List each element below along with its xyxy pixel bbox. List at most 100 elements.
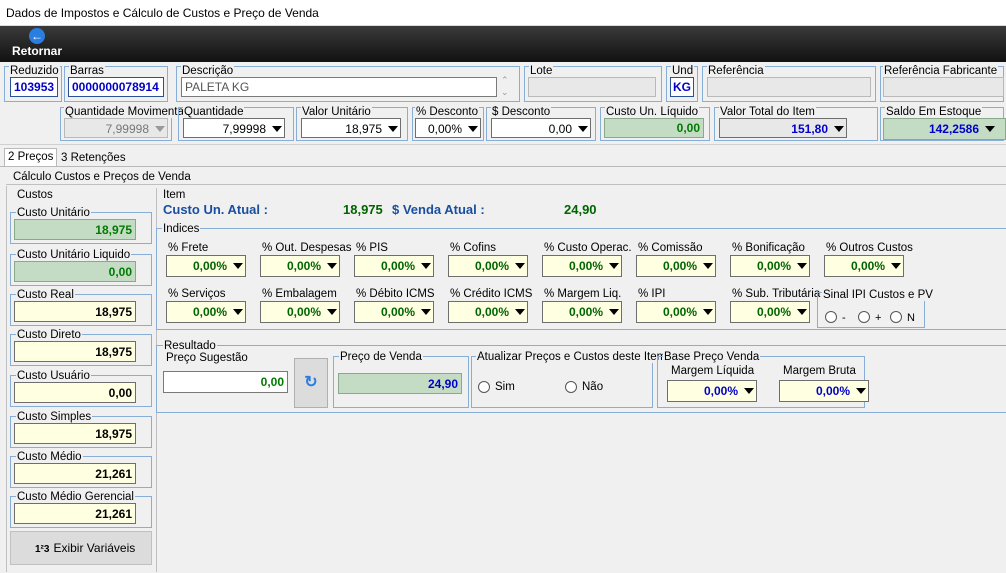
chevron-down-icon (609, 309, 619, 315)
scroll-down-icon[interactable]: ⌄ (501, 88, 509, 97)
custos-left-line (6, 186, 7, 572)
item-title: Item (162, 189, 187, 201)
und-field[interactable]: KG (670, 77, 694, 97)
indice-frete-label: % Frete (167, 242, 210, 254)
custo-real-field[interactable]: 18,975 (14, 301, 136, 322)
indice-margem-liq-label: % Margem Liq. (543, 288, 623, 300)
descricao-field[interactable]: PALETA KG (181, 77, 497, 97)
custo-unit-liq-field: 0,00 (14, 261, 136, 282)
margem-liq-combo[interactable]: 0,00% (667, 380, 757, 402)
sinal-ipi-label: Sinal IPI Custos e PV (822, 289, 934, 301)
custo-medio-field[interactable]: 21,261 (14, 463, 136, 484)
refresh-icon[interactable]: ↻ (294, 358, 328, 408)
indice-cofins-label: % Cofins (449, 242, 498, 254)
base-preco-label: Base Preço Venda (663, 351, 761, 363)
nao-radio[interactable] (565, 381, 577, 393)
sim-radio[interactable] (478, 381, 490, 393)
indice-servicos-combo[interactable]: 0,00% (166, 301, 246, 323)
indice-custo-operac-combo[interactable]: 0,00% (542, 255, 622, 277)
indice-credito-icms-combo[interactable]: 0,00% (448, 301, 528, 323)
qtd-mov-combo[interactable]: 7,99998 (64, 118, 168, 138)
chevron-down-icon (468, 126, 478, 132)
saldo-combo[interactable]: 142,2586 (883, 118, 1006, 140)
ref-fab-field[interactable] (883, 77, 1004, 97)
val-desc-value: 0,00 (548, 122, 572, 136)
indice-out-despesas-label: % Out. Despesas (261, 242, 353, 254)
indice-outros-custos-value: 0,00% (850, 259, 885, 273)
preco-sugestao-field[interactable]: 0,00 (163, 371, 288, 393)
sinal-plus-radio[interactable] (858, 311, 870, 323)
saldo-value: 142,2586 (928, 122, 979, 136)
indice-out-despesas-combo[interactable]: 0,00% (260, 255, 340, 277)
chevron-down-icon (421, 309, 431, 315)
back-button[interactable]: ← Retornar (8, 28, 66, 60)
indice-comissao-combo[interactable]: 0,00% (636, 255, 716, 277)
tab-retencoes[interactable]: 3 Retenções (58, 150, 129, 166)
lote-field[interactable] (528, 77, 656, 97)
custo-liq-label: Custo Un. Líquido (605, 106, 700, 118)
chevron-down-icon (421, 263, 431, 269)
scroll-up-icon[interactable]: ⌃ (501, 76, 509, 85)
indice-cofins-value: 0,00% (474, 259, 509, 273)
tab-precos[interactable]: 2 Preços (4, 148, 58, 167)
chevron-down-icon (233, 263, 243, 269)
quantidade-combo[interactable]: 7,99998 (183, 118, 285, 138)
qtd-mov-label: Quantidade Movimenta (64, 106, 185, 118)
indice-bonificacao-combo[interactable]: 0,00% (730, 255, 810, 277)
chevron-down-icon (327, 263, 337, 269)
chevron-down-icon (856, 388, 866, 394)
indice-servicos-value: 0,00% (192, 305, 227, 319)
barras-label: Barras (69, 65, 105, 77)
valor-total-combo[interactable]: 151,80 (719, 118, 847, 138)
custo-usuario-field[interactable]: 0,00 (14, 382, 136, 403)
chevron-down-icon (578, 126, 588, 132)
preco-venda-field: 24,90 (338, 373, 462, 394)
custo-medio-ger-field[interactable]: 21,261 (14, 503, 136, 524)
preco-sugestao-label: Preço Sugestão (165, 352, 249, 364)
custo-liq-field: 0,00 (604, 118, 704, 138)
val-desc-label: $ Desconto (491, 106, 552, 118)
margem-bruta-combo[interactable]: 0,00% (779, 380, 869, 402)
indice-embalagem-combo[interactable]: 0,00% (260, 301, 340, 323)
indice-pis-combo[interactable]: 0,00% (354, 255, 434, 277)
indice-margem-liq-combo[interactable]: 0,00% (542, 301, 622, 323)
pct-desc-combo[interactable]: 0,00% (415, 118, 481, 138)
main-title-line (6, 184, 1006, 185)
toolbar: ← Retornar (0, 26, 1006, 62)
indice-debito-icms-combo[interactable]: 0,00% (354, 301, 434, 323)
back-button-label: Retornar (11, 44, 62, 58)
nao-label: Não (582, 381, 604, 393)
indice-pis-value: 0,00% (380, 259, 415, 273)
custo-medio-ger-label: Custo Médio Gerencial (16, 491, 135, 503)
valor-unit-combo[interactable]: 18,975 (301, 118, 401, 138)
chevron-down-icon (609, 263, 619, 269)
barras-field[interactable]: 0000000078914 (68, 77, 164, 97)
sinal-minus-label: - (842, 312, 846, 324)
margem-bruta-label: Margem Bruta (783, 365, 856, 377)
custo-direto-field[interactable]: 18,975 (14, 341, 136, 362)
exibir-variaveis-button[interactable]: 1²3 Exibir Variáveis (10, 531, 152, 565)
chevron-down-icon (272, 126, 282, 132)
tabs-separator (0, 144, 1006, 145)
custo-usuario-label: Custo Usuário (16, 370, 91, 382)
indice-outros-custos-combo[interactable]: 0,00% (824, 255, 904, 277)
val-desc-combo[interactable]: 0,00 (491, 118, 591, 138)
indice-debito-icms-label: % Débito ICMS (355, 288, 436, 300)
atualizar-label: Atualizar Preços e Custos deste Item (476, 351, 668, 363)
indice-ipi-combo[interactable]: 0,00% (636, 301, 716, 323)
chevron-down-icon (744, 388, 754, 394)
indice-sub-tributaria-combo[interactable]: 0,00% (730, 301, 810, 323)
sinal-minus-radio[interactable] (825, 311, 837, 323)
custos-title: Custos (16, 189, 54, 201)
sinal-n-radio[interactable] (890, 311, 902, 323)
custo-simples-field[interactable]: 18,975 (14, 423, 136, 444)
indice-cofins-combo[interactable]: 0,00% (448, 255, 528, 277)
indice-frete-combo[interactable]: 0,00% (166, 255, 246, 277)
tab-panel-top (0, 166, 1006, 167)
reduzido-field[interactable]: 103953 (10, 77, 58, 97)
custo-atual-label: Custo Un. Atual : (163, 202, 268, 217)
referencia-field[interactable] (707, 77, 871, 97)
indice-bonificacao-value: 0,00% (756, 259, 791, 273)
chevron-down-icon (985, 126, 995, 132)
lote-label: Lote (529, 65, 554, 77)
